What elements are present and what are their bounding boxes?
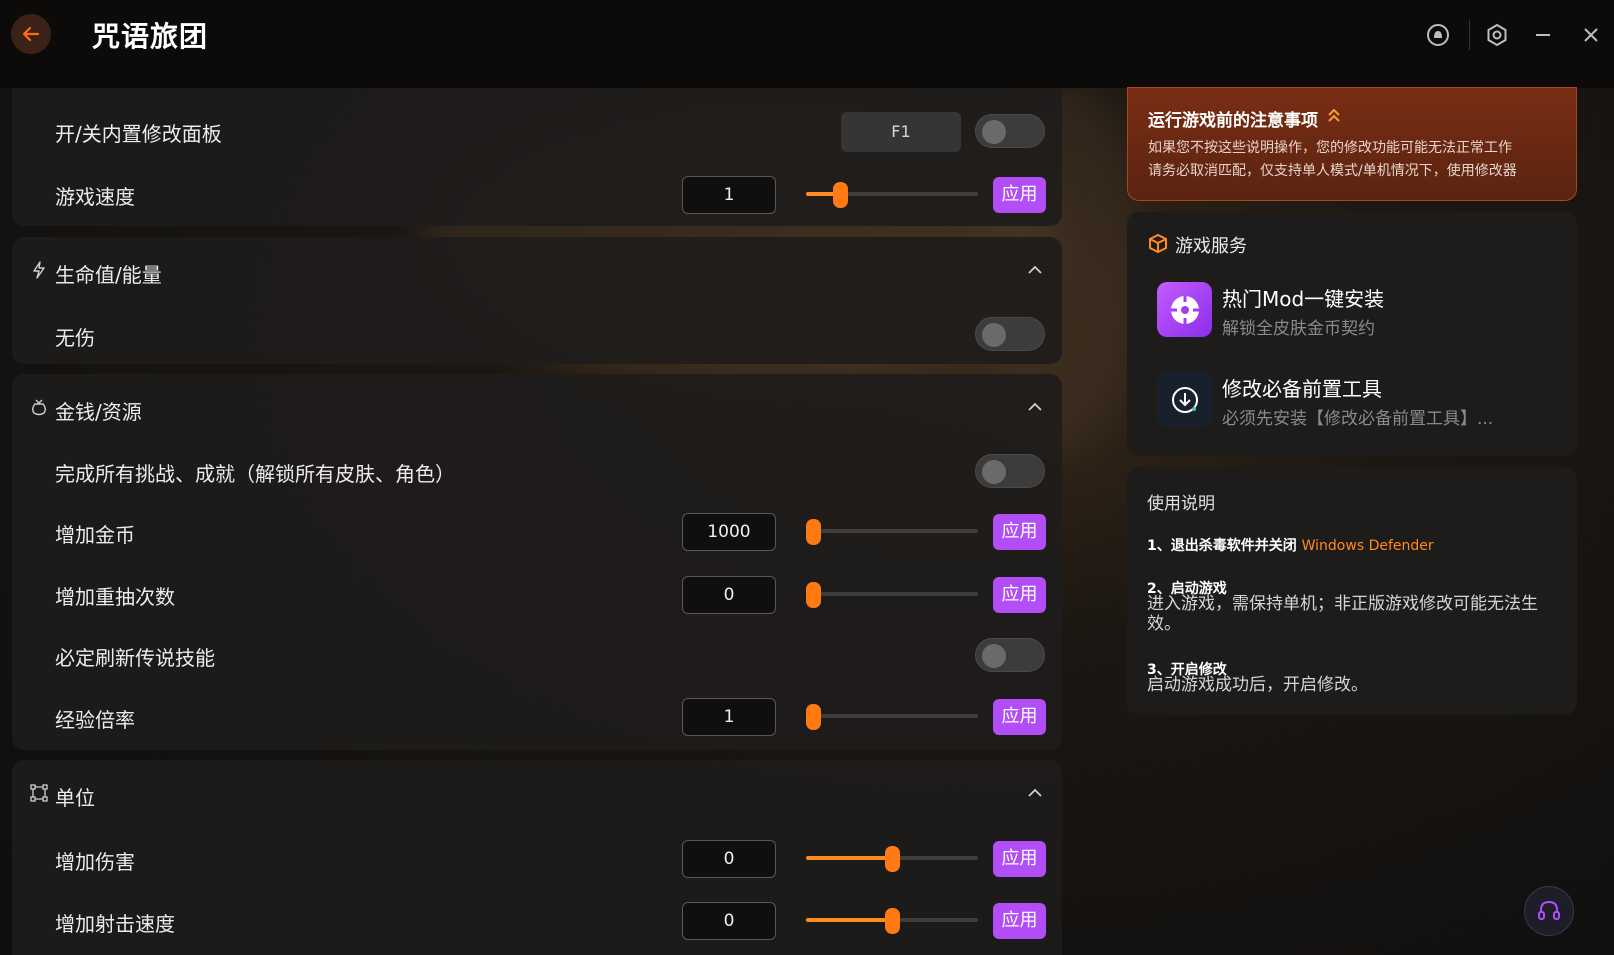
toggle-legend-skill[interactable] [975,638,1045,672]
slider-fill [806,918,892,922]
toggle-no-damage[interactable] [975,317,1045,351]
lightning-icon [33,261,45,279]
service-desc-tool: 必须先安装【修改必备前置工具】... [1222,409,1494,429]
apply-button-add-reroll[interactable]: 应用 [993,577,1046,613]
close-button[interactable] [1578,22,1604,48]
slider-knob[interactable] [885,908,900,934]
download-icon[interactable] [1157,372,1212,427]
chevron-up-icon[interactable] [1026,398,1044,416]
headset-icon [1538,900,1560,920]
settings-icon [1487,23,1507,47]
services-title: 游戏服务 [1175,236,1247,257]
hotkey-box[interactable]: F1 [841,112,961,152]
guide-step-1: 1、退出杀毒软件并关闭 Windows Defender [1147,535,1434,555]
mod-install-glyph [1170,295,1199,324]
panel-general: 开/关内置修改面板 F1 游戏速度 1 应用 [12,88,1062,226]
row-label-exp-rate: 经验倍率 [55,708,135,732]
exp-rate-input[interactable]: 1 [682,698,776,736]
title-bar: 咒语旅团 [0,0,1614,88]
guide-step-3-body: 启动游戏成功后，开启修改。 [1147,675,1368,695]
back-arrow-icon [22,26,40,42]
game-speed-input[interactable]: 1 [682,176,776,214]
guide-card: 使用说明 1、退出杀毒软件并关闭 Windows Defender 2、启动游戏… [1127,467,1577,715]
row-label-all-achievements: 完成所有挑战、成就（解锁所有皮肤、角色） [55,462,455,486]
guide-step-1-highlight: Windows Defender [1301,538,1434,554]
slider-knob[interactable] [833,182,848,208]
add-fire-rate-slider[interactable] [806,908,978,934]
add-reroll-input[interactable]: 0 [682,576,776,614]
section-title-unit[interactable]: 单位 [55,782,95,811]
mod-install-icon[interactable] [1157,282,1212,337]
apply-button-exp-rate[interactable]: 应用 [993,699,1046,735]
back-button[interactable] [11,14,51,54]
row-label-add-damage: 增加伤害 [55,850,135,874]
chevron-up-icon[interactable] [1026,784,1044,802]
double-chevron-up-icon[interactable] [1326,106,1342,124]
add-damage-input[interactable]: 0 [682,840,776,878]
minimize-button[interactable] [1530,22,1556,48]
section-title-health[interactable]: 生命值/能量 [55,259,162,288]
guide-step-2-body: 进入游戏，需保持单机；非正版游戏修改可能无法生效。 [1147,594,1538,634]
apply-button-add-fire-rate[interactable]: 应用 [993,903,1046,939]
add-gold-slider[interactable] [806,519,978,545]
toggle-panel[interactable] [975,114,1045,148]
download-glyph [1171,386,1198,413]
notice-line-1: 如果您不按这些说明操作，您的修改功能可能无法正常工作 [1148,140,1512,156]
section-unit: 单位 增加伤害 0 应用 增加射击速度 0 应用 [12,760,1062,955]
nodes-icon [30,784,48,802]
notice-card: 运行游戏前的注意事项 如果您不按这些说明操作，您的修改功能可能无法正常工作 请务… [1127,87,1577,201]
game-speed-slider[interactable] [806,182,978,208]
apply-button-add-gold[interactable]: 应用 [993,514,1046,550]
chevron-up-icon[interactable] [1026,261,1044,279]
row-label-add-gold: 增加金币 [55,523,135,547]
settings-button[interactable] [1484,22,1510,48]
service-name-mod[interactable]: 热门Mod一键安装 [1222,283,1384,312]
guide-step-1-head: 1、退出杀毒软件并关闭 [1147,538,1297,554]
slider-fill [806,856,892,860]
apply-button-add-damage[interactable]: 应用 [993,841,1046,877]
slider-track [806,592,978,596]
money-bag-icon [32,399,46,416]
titlebar-divider [1469,20,1470,50]
slider-track [806,529,978,533]
minimize-icon [1536,34,1550,36]
add-gold-input[interactable]: 1000 [682,513,776,551]
section-title-money[interactable]: 金钱/资源 [55,396,142,425]
box-icon [1149,233,1167,254]
service-name-tool[interactable]: 修改必备前置工具 [1222,373,1382,402]
guide-title: 使用说明 [1147,494,1215,514]
row-label-add-fire-rate: 增加射击速度 [55,912,175,936]
app-title: 咒语旅团 [92,20,209,53]
slider-knob[interactable] [885,846,900,872]
row-label-legend-skill: 必定刷新传说技能 [55,646,215,670]
services-card: 游戏服务 热门Mod一键安装 解锁全皮肤金币契约 修改必备前置工具 必须先安装【… [1127,212,1577,456]
slider-knob[interactable] [806,704,821,730]
apply-button-game-speed[interactable]: 应用 [993,177,1046,213]
row-label-game-speed: 游戏速度 [55,185,135,209]
slider-knob[interactable] [806,519,821,545]
row-label-add-reroll: 增加重抽次数 [55,585,175,609]
support-button[interactable] [1524,886,1574,936]
toggle-all-achievements[interactable] [975,454,1045,488]
section-health: 生命值/能量 无伤 [12,237,1062,364]
add-fire-rate-input[interactable]: 0 [682,902,776,940]
close-icon [1584,28,1598,42]
slider-knob[interactable] [806,582,821,608]
notice-title[interactable]: 运行游戏前的注意事项 [1148,106,1318,131]
exp-rate-slider[interactable] [806,704,978,730]
service-desc-mod: 解锁全皮肤金币契约 [1222,319,1375,339]
row-label-panel-toggle: 开/关内置修改面板 [55,122,222,146]
notification-button[interactable] [1425,22,1451,48]
slider-track [806,714,978,718]
section-money: 金钱/资源 完成所有挑战、成就（解锁所有皮肤、角色） 增加金币 1000 应用 … [12,374,1062,750]
bell-icon [1427,24,1449,46]
add-reroll-slider[interactable] [806,582,978,608]
notice-line-2: 请务必取消匹配，仅支持单人模式/单机情况下，使用修改器 [1148,163,1517,179]
row-label-no-damage: 无伤 [55,326,95,350]
add-damage-slider[interactable] [806,846,978,872]
